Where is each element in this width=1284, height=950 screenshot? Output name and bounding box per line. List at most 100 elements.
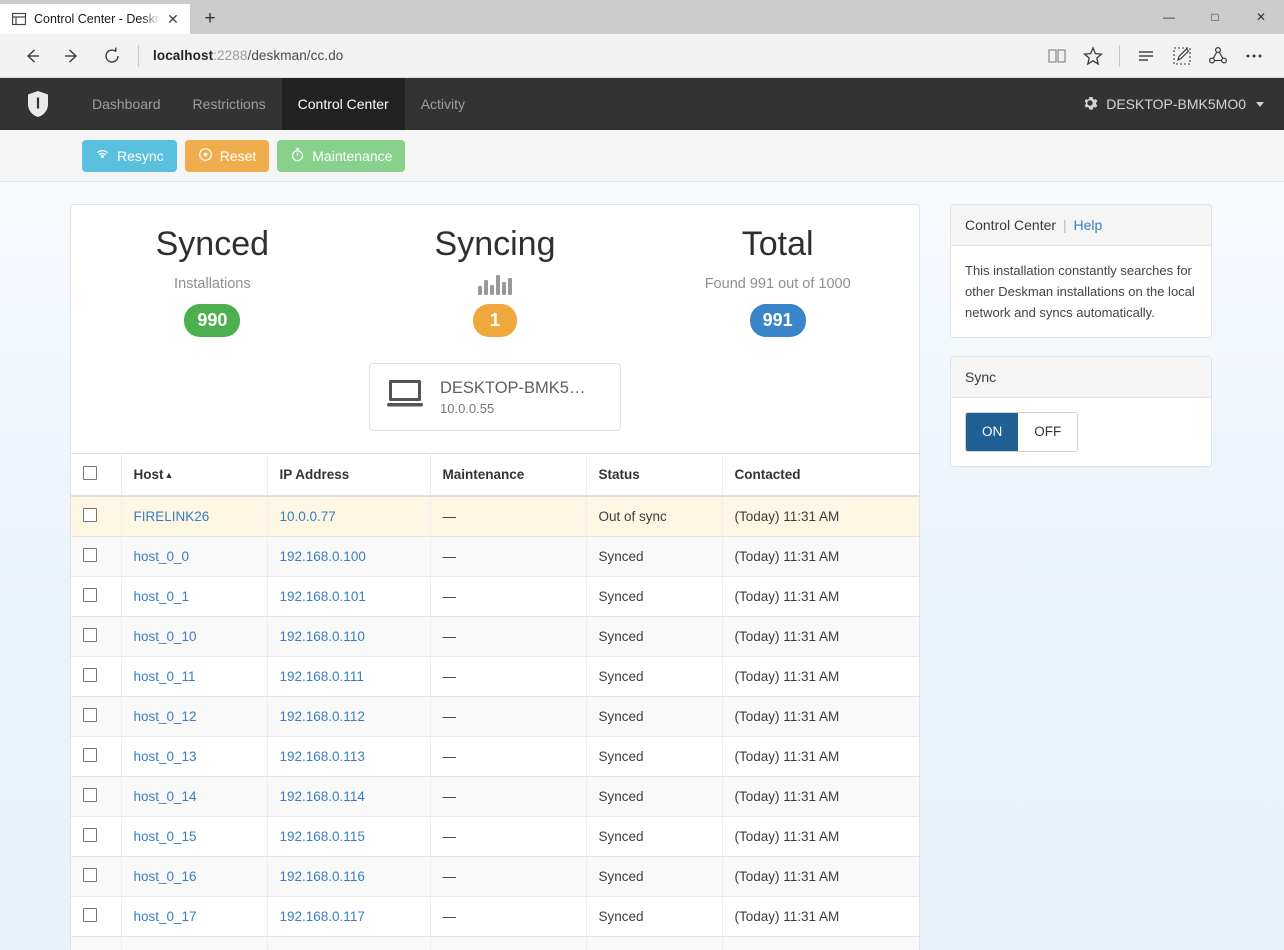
cell-ip-link[interactable]: 192.168.0.115	[280, 829, 365, 844]
nav-link-restrictions[interactable]: Restrictions	[177, 78, 282, 130]
cell-host-link[interactable]: host_0_11	[134, 669, 196, 684]
syncing-device-card[interactable]: DESKTOP-BMK5… 10.0.0.55	[369, 362, 621, 432]
cell-ip-link[interactable]: 192.168.0.100	[280, 549, 366, 564]
cell-host-link[interactable]: host_0_17	[134, 909, 197, 924]
table-row[interactable]: FIRELINK26 10.0.0.77 — Out of sync (Today) 1…	[71, 496, 919, 538]
row-checkbox[interactable]	[83, 628, 97, 643]
hub-icon[interactable]	[1128, 39, 1164, 73]
web-note-icon[interactable]	[1164, 39, 1200, 73]
row-checkbox[interactable]	[83, 788, 97, 803]
maintenance-button[interactable]: Maintenance	[277, 139, 406, 172]
cell-host-link[interactable]: host_0_15	[134, 829, 197, 844]
cell-host[interactable]: host_0_15	[121, 816, 268, 858]
window-minimize-button[interactable]: —	[1146, 0, 1192, 34]
cell-host[interactable]: host_0_11	[121, 656, 268, 698]
row-checkbox[interactable]	[83, 748, 97, 763]
tab-close-icon[interactable]: ✕	[164, 10, 182, 28]
cell-host[interactable]: FIRELINK26	[121, 496, 268, 538]
sync-toggle-on[interactable]: ON	[966, 413, 1019, 451]
row-checkbox[interactable]	[83, 668, 97, 683]
table-row[interactable]: host_0_0 192.168.0.100 — Synced (Today) 11:3…	[71, 536, 919, 578]
cell-ip-link[interactable]: 10.0.0.77	[280, 509, 336, 524]
cell-ip[interactable]: 192.168.0.112	[267, 696, 431, 738]
cell-ip[interactable]: 192.168.0.110	[267, 616, 431, 658]
table-row[interactable]: host_0_12 192.168.0.112 — Synced (Today) 11:…	[71, 696, 919, 738]
cell-ip[interactable]: 192.168.0.101	[267, 576, 431, 618]
table-row[interactable]: host_0_14 192.168.0.114 — Synced (Today) 11:…	[71, 776, 919, 818]
resync-button[interactable]: Resync	[82, 139, 177, 172]
row-checkbox[interactable]	[83, 508, 97, 523]
row-select-cell[interactable]	[71, 616, 122, 658]
cell-host-link[interactable]: host_0_0	[134, 549, 190, 564]
row-select-cell[interactable]	[71, 536, 122, 578]
select-all-checkbox[interactable]	[83, 466, 97, 481]
column-header-contacted[interactable]: Contacted	[722, 453, 919, 498]
cell-host[interactable]: host_0_17	[121, 896, 268, 938]
new-tab-button[interactable]: +	[190, 4, 230, 34]
reload-icon[interactable]	[92, 39, 132, 73]
cell-host[interactable]: host_0_0	[121, 536, 268, 578]
share-icon[interactable]	[1200, 39, 1236, 73]
row-checkbox[interactable]	[83, 588, 97, 603]
cell-host[interactable]: host_0_12	[121, 696, 268, 738]
column-header-ip[interactable]: IP Address	[267, 453, 431, 498]
cell-ip[interactable]: 192.168.0.117	[267, 896, 431, 938]
cell-host-link[interactable]: host_0_13	[134, 749, 197, 764]
shield-logo-icon[interactable]	[0, 78, 76, 130]
cell-host[interactable]: host_0_13	[121, 736, 268, 778]
cell-ip[interactable]	[267, 936, 431, 950]
row-select-cell[interactable]	[71, 576, 122, 618]
row-select-cell[interactable]	[71, 496, 122, 538]
favorites-star-icon[interactable]	[1075, 39, 1111, 73]
row-checkbox[interactable]	[83, 828, 97, 843]
nav-link-control-center[interactable]: Control Center	[281, 78, 405, 130]
table-row[interactable]: host_0_15 192.168.0.115 — Synced (Today) 11:…	[71, 816, 919, 858]
row-select-cell[interactable]	[71, 656, 122, 698]
row-select-cell[interactable]	[71, 936, 122, 950]
row-checkbox[interactable]	[83, 868, 97, 883]
row-select-cell[interactable]	[71, 816, 122, 858]
cell-ip[interactable]: 192.168.0.100	[267, 536, 431, 578]
sync-toggle[interactable]: ON OFF	[965, 412, 1079, 452]
cell-ip[interactable]: 192.168.0.115	[267, 816, 431, 858]
cell-ip-link[interactable]: 192.168.0.116	[280, 869, 365, 884]
column-header-maintenance[interactable]: Maintenance	[430, 453, 587, 498]
forward-arrow-icon[interactable]	[52, 39, 92, 73]
cell-host-link[interactable]: FIRELINK26	[134, 509, 210, 524]
cell-ip-link[interactable]: 192.168.0.110	[280, 629, 365, 644]
sync-toggle-off[interactable]: OFF	[1018, 413, 1078, 451]
table-row[interactable]: host_0_1 192.168.0.101 — Synced (Today) 11:3…	[71, 576, 919, 618]
row-select-cell[interactable]	[71, 896, 122, 938]
row-checkbox[interactable]	[83, 708, 97, 723]
cell-host[interactable]: host_0_14	[121, 776, 268, 818]
cell-ip-link[interactable]: 192.168.0.111	[280, 669, 364, 684]
cell-ip[interactable]: 192.168.0.116	[267, 856, 431, 898]
row-select-cell[interactable]	[71, 776, 122, 818]
cell-ip-link[interactable]: 192.168.0.117	[280, 909, 365, 924]
cell-host[interactable]: host_0_16	[121, 856, 268, 898]
table-row[interactable]: host_0_16 192.168.0.116 — Synced (Today) 11:…	[71, 856, 919, 898]
reading-view-icon[interactable]	[1039, 39, 1075, 73]
table-row[interactable]: host_0_17 192.168.0.117 — Synced (Today) 11:…	[71, 896, 919, 938]
address-bar[interactable]: localhost:2288/deskman/cc.do	[149, 48, 1039, 63]
table-row[interactable]: host_0_13 192.168.0.113 — Synced (Today) 11:…	[71, 736, 919, 778]
table-row[interactable]: host_0_10 192.168.0.110 — Synced (Today) 11:…	[71, 616, 919, 658]
nav-link-activity[interactable]: Activity	[405, 78, 481, 130]
cell-ip[interactable]: 192.168.0.111	[267, 656, 431, 698]
cell-ip-link[interactable]: 192.168.0.114	[280, 789, 365, 804]
more-icon[interactable]	[1236, 39, 1272, 73]
back-arrow-icon[interactable]	[12, 39, 52, 73]
cell-ip-link[interactable]: 192.168.0.112	[280, 709, 365, 724]
row-select-cell[interactable]	[71, 856, 122, 898]
cell-host[interactable]	[121, 936, 268, 950]
row-checkbox[interactable]	[83, 908, 97, 923]
reset-button[interactable]: Reset	[184, 139, 270, 172]
row-select-cell[interactable]	[71, 696, 122, 738]
cell-host[interactable]: host_0_1	[121, 576, 268, 618]
column-header-host[interactable]: Host▲	[121, 453, 268, 498]
browser-tab[interactable]: Control Center - Deskm ✕	[0, 4, 190, 34]
row-select-cell[interactable]	[71, 736, 122, 778]
nav-link-dashboard[interactable]: Dashboard	[76, 78, 177, 130]
window-maximize-button[interactable]: □	[1192, 0, 1238, 34]
user-menu[interactable]: DESKTOP-BMK5MO0	[1082, 78, 1284, 130]
